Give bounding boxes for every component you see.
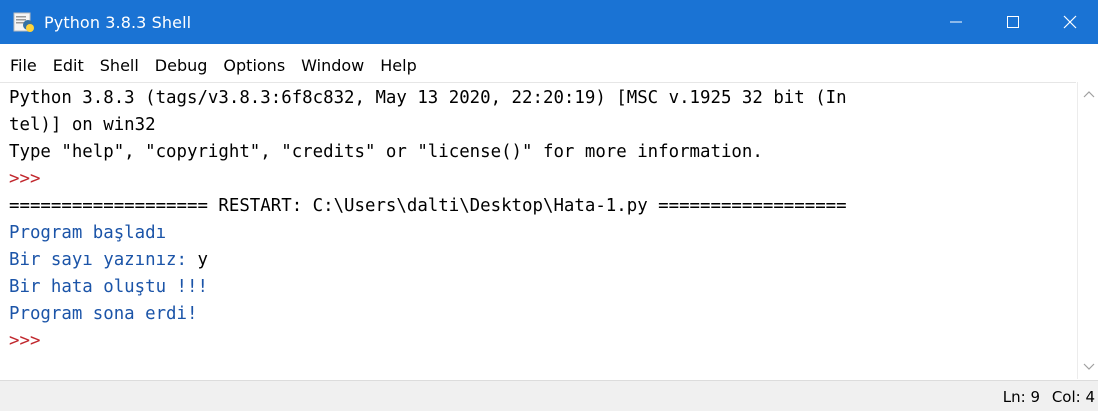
maximize-icon [1006, 16, 1019, 28]
user-input-text: y [197, 250, 208, 270]
line-number: Ln: 9 [1002, 388, 1040, 406]
restart-line: =================== RESTART: C:\Users\da… [9, 196, 847, 216]
scroll-up-arrow-icon[interactable] [1078, 84, 1098, 104]
menu-options[interactable]: Options [217, 56, 291, 75]
menu-help[interactable]: Help [374, 56, 422, 75]
shell-text-area[interactable]: Python 3.8.3 (tags/v3.8.3:6f8c832, May 1… [0, 82, 1076, 380]
menu-debug[interactable]: Debug [149, 56, 214, 75]
menu-edit[interactable]: Edit [47, 56, 90, 75]
scroll-down-arrow-icon[interactable] [1078, 357, 1098, 377]
shell-prompt: >>> [9, 331, 41, 351]
menu-shell[interactable]: Shell [94, 56, 145, 75]
window-title: Python 3.8.3 Shell [44, 12, 192, 32]
minimize-icon [949, 21, 962, 23]
column-number: Col: 4 [1051, 388, 1095, 406]
python-idle-icon [10, 8, 38, 36]
menu-bar: File Edit Shell Debug Options Window Hel… [0, 50, 1098, 80]
menu-file[interactable]: File [4, 56, 43, 75]
close-icon [1063, 15, 1076, 29]
output-line: Bir hata oluştu !!! [9, 277, 208, 297]
banner-line-1: Python 3.8.3 (tags/v3.8.3:6f8c832, May 1… [9, 88, 847, 108]
output-line: Program başladı [9, 223, 167, 243]
shell-prompt: >>> [9, 169, 41, 189]
minimize-button[interactable] [927, 0, 984, 44]
input-prompt-text: Bir sayı yazınız: [9, 250, 198, 270]
status-bar: Ln: 9 Col: 4 [0, 380, 1098, 411]
vertical-scrollbar[interactable] [1077, 82, 1098, 379]
close-button[interactable] [1041, 0, 1098, 44]
title-bar: Python 3.8.3 Shell [0, 0, 1098, 44]
maximize-button[interactable] [984, 0, 1041, 44]
output-line: Program sona erdi! [9, 304, 198, 324]
banner-line-3: Type "help", "copyright", "credits" or "… [9, 142, 763, 162]
menu-window[interactable]: Window [295, 56, 370, 75]
banner-line-2: tel)] on win32 [9, 115, 156, 135]
